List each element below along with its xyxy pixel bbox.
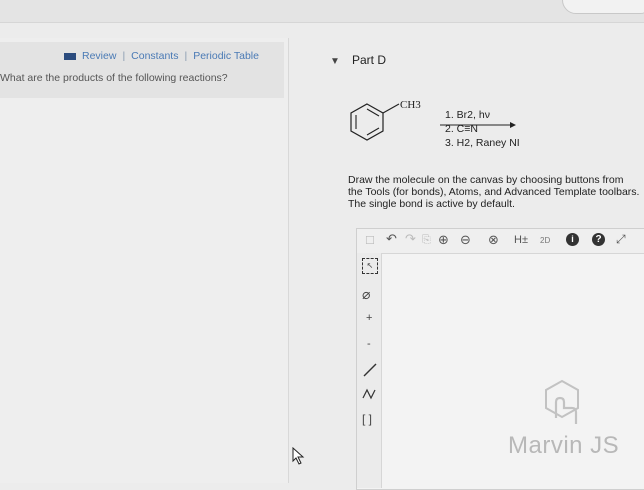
separator: | (184, 50, 188, 62)
new-document-icon[interactable]: ☐ (365, 234, 375, 247)
instructions-text: Draw the molecule on the canvas by choos… (348, 174, 640, 210)
part-title: Part D (352, 53, 387, 67)
reaction-conditions: 1. Br2, hν 2. C≡N 3. H2, Raney NI (445, 108, 520, 150)
left-panel (0, 38, 289, 483)
selection-tool-icon[interactable]: ↖ (362, 258, 378, 274)
marvin-js-logo: Marvin JS (508, 432, 620, 459)
zoom-in-icon[interactable]: ⊕ (438, 232, 449, 248)
pagination-pill[interactable] (562, 0, 644, 14)
help-button[interactable]: ? (592, 233, 605, 246)
redo-icon[interactable]: ↷ (405, 231, 416, 247)
reaction-arrow (440, 122, 516, 128)
review-icon (64, 52, 76, 60)
collapse-caret-icon[interactable]: ▼ (330, 56, 340, 67)
question-text: What are the products of the following r… (0, 72, 228, 84)
copy-icon[interactable]: ⎘ (422, 234, 431, 247)
reaction-step-1: 1. Br2, hν (445, 109, 490, 121)
marvin-logo-icon (545, 379, 579, 424)
periodic-table-link[interactable]: Periodic Table (193, 50, 259, 62)
bracket-tool-icon[interactable]: [ ] (362, 412, 372, 426)
toluene-structure: CH3 (350, 99, 421, 141)
mouse-cursor-icon (292, 447, 305, 465)
browser-top-bar (0, 0, 644, 23)
methyl-label: CH3 (400, 99, 421, 111)
chain-tool-icon[interactable] (362, 386, 378, 400)
eraser-icon[interactable]: ⌀ (362, 286, 370, 303)
undo-icon[interactable]: ↶ (386, 231, 397, 247)
charge-minus-button[interactable]: - (367, 338, 371, 350)
reaction-step-3: 3. H2, Raney NI (445, 137, 520, 149)
charge-plus-button[interactable]: + (366, 312, 372, 324)
single-bond-icon[interactable] (362, 362, 378, 378)
constants-link[interactable]: Constants (131, 50, 178, 62)
separator: | (122, 50, 126, 62)
fullscreen-icon[interactable]: ⤢ (616, 232, 626, 247)
zoom-out-icon[interactable]: ⊖ (460, 232, 471, 248)
review-link[interactable]: Review (82, 50, 116, 62)
clear-icon[interactable]: ⊗ (488, 232, 499, 248)
2d-clean-icon[interactable]: 2D (540, 236, 550, 245)
info-button[interactable]: i (566, 233, 579, 246)
resource-links: Review | Constants | Periodic Table (64, 50, 259, 62)
hydrogen-toggle-button[interactable]: H± (514, 234, 528, 246)
